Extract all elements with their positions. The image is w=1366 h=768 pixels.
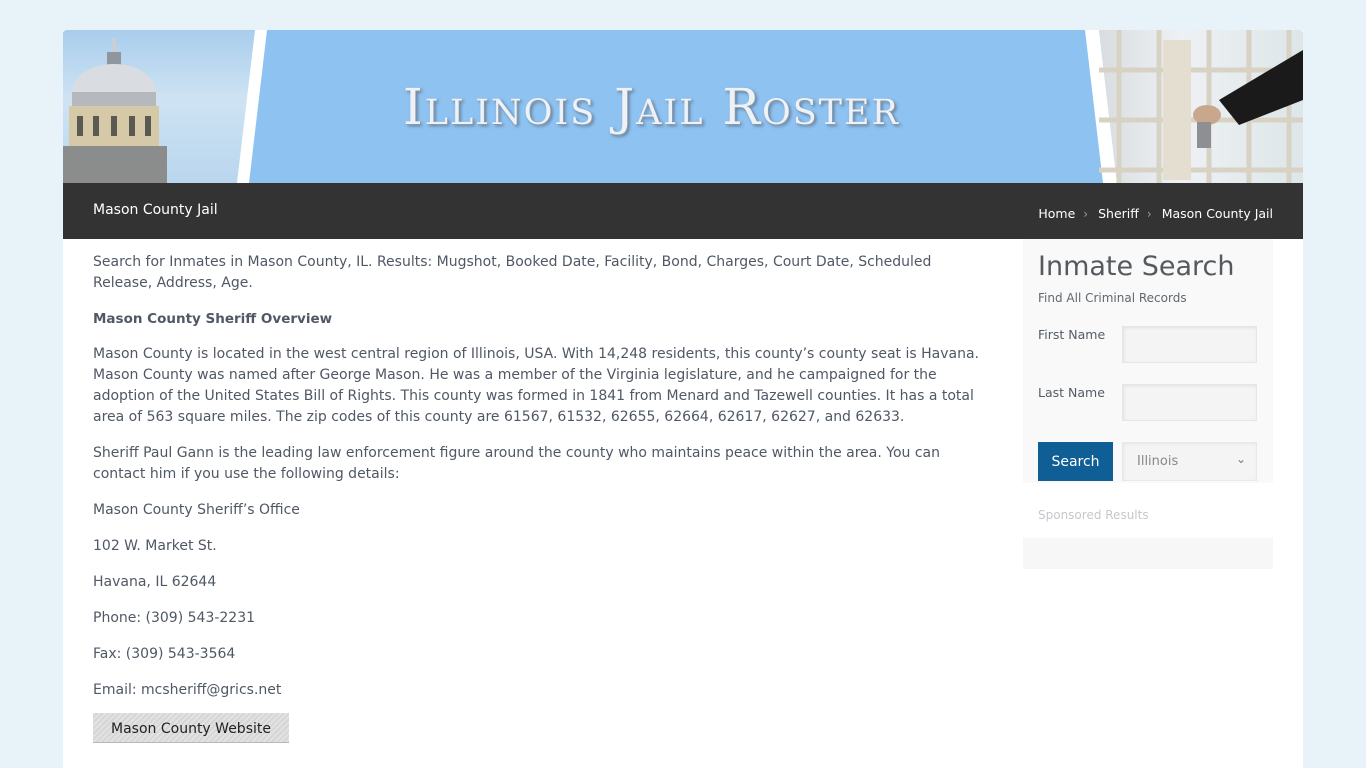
breadcrumb-home[interactable]: Home <box>1038 206 1075 221</box>
contact-street: 102 W. Market St. <box>93 538 217 554</box>
county-website-button[interactable]: Mason County Website <box>93 713 289 743</box>
last-name-label: Last Name <box>1038 385 1105 400</box>
sheriff-paragraph: Sheriff Paul Gann is the leading law enf… <box>93 445 940 482</box>
site-logo-title[interactable]: Illinois Jail Roster <box>403 72 973 142</box>
contact-email: Email: mcsheriff@grics.net <box>93 682 282 698</box>
jail-door-keys-icon <box>1099 30 1303 183</box>
state-select-value: Illinois <box>1137 454 1179 469</box>
contact-city: Havana, IL 62644 <box>93 574 217 590</box>
breadcrumb: Home › Sheriff › Mason County Jail <box>1038 206 1273 221</box>
first-name-label: First Name <box>1038 327 1106 342</box>
breadcrumb-current: Mason County Jail <box>1161 206 1273 221</box>
last-name-input[interactable] <box>1122 384 1257 421</box>
chevron-right-icon: › <box>1083 206 1089 221</box>
page-title-bar: Mason County Jail Home › Sheriff › Mason… <box>63 183 1303 239</box>
sidebar: Inmate Search Find All Criminal Records … <box>1023 239 1273 569</box>
capitol-dome-icon <box>63 38 167 183</box>
chevron-down-icon: ⌄ <box>1235 452 1246 466</box>
breadcrumb-sheriff[interactable]: Sheriff <box>1098 206 1139 221</box>
page-container: Illinois Jail Roster Mason County Jail H… <box>63 30 1303 768</box>
first-name-input[interactable] <box>1122 326 1257 363</box>
contact-fax: Fax: (309) 543-3564 <box>93 646 236 662</box>
search-subtitle: Find All Criminal Records <box>1038 291 1187 305</box>
sponsored-results-box <box>1023 538 1273 569</box>
intro-text: Search for Inmates in Mason County, IL. … <box>93 254 932 291</box>
sponsored-results-label: Sponsored Results <box>1038 508 1149 522</box>
search-button[interactable]: Search <box>1038 442 1113 481</box>
overview-paragraph: Mason County is located in the west cent… <box>93 346 979 425</box>
contact-office: Mason County Sheriff’s Office <box>93 502 300 518</box>
site-banner[interactable]: Illinois Jail Roster <box>63 30 1303 183</box>
chevron-right-icon: › <box>1146 206 1152 221</box>
contact-phone: Phone: (309) 543-2231 <box>93 610 256 626</box>
inmate-search-panel: Inmate Search Find All Criminal Records … <box>1023 239 1273 483</box>
state-select[interactable]: Illinois ⌄ <box>1122 442 1257 481</box>
page-title: Mason County Jail <box>93 202 218 218</box>
search-title: Inmate Search <box>1038 251 1235 282</box>
main-content: Search for Inmates in Mason County, IL. … <box>93 252 983 743</box>
overview-heading: Mason County Sheriff Overview <box>93 311 333 327</box>
